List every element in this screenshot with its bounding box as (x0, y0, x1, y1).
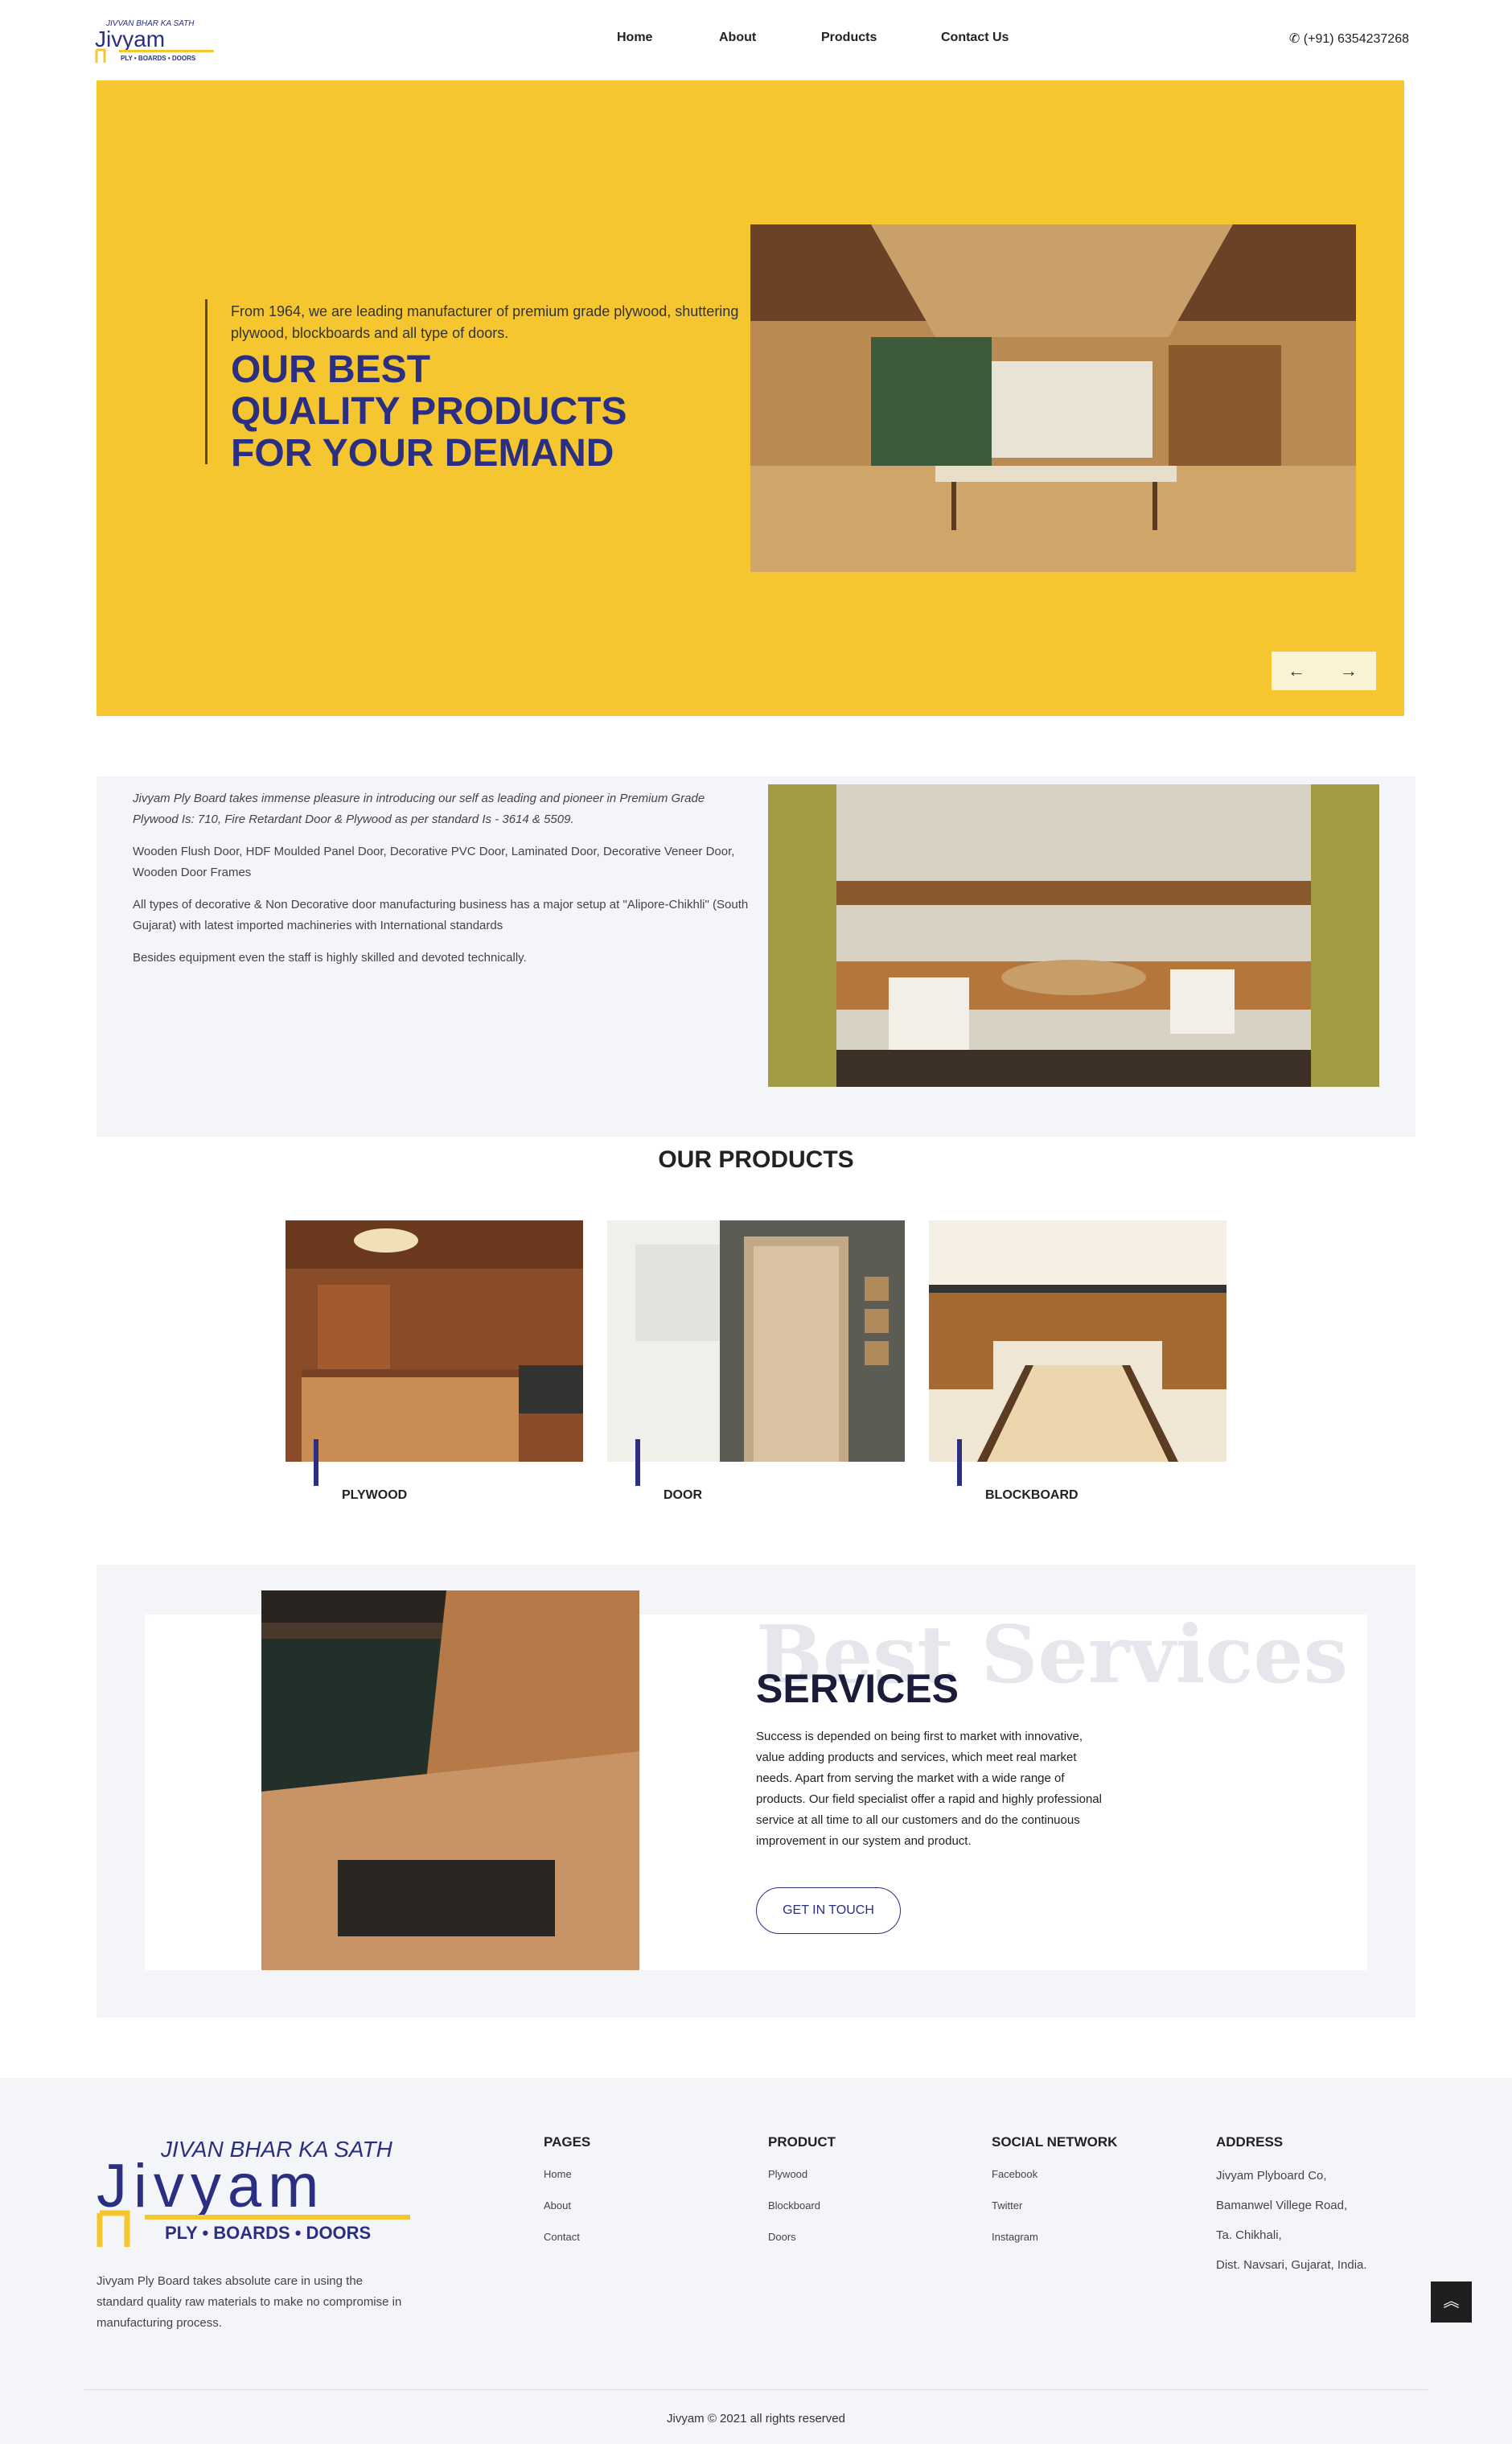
about-text: Jivyam Ply Board takes immense pleasure … (133, 788, 752, 980)
product-accent-bar (957, 1439, 962, 1486)
product-image (607, 1220, 905, 1462)
hero-image (750, 224, 1356, 572)
footer-link-home[interactable]: Home (544, 2168, 590, 2180)
product-image (929, 1220, 1226, 1462)
footer-logo-sub: PLY • BOARDS • DOORS (165, 2223, 371, 2243)
slider-controls: ← → (1272, 652, 1376, 690)
product-accent-bar (635, 1439, 640, 1486)
footer-link-contact[interactable]: Contact (544, 2231, 590, 2243)
footer-divider (84, 2389, 1428, 2390)
footer-logo[interactable]: JIVAN BHAR KA SATH Jivyam PLY • BOARDS •… (97, 2133, 418, 2253)
logo-name: Jivyam (95, 27, 165, 51)
hero-accent-line (205, 299, 207, 464)
site-footer: JIVAN BHAR KA SATH Jivyam PLY • BOARDS •… (0, 2078, 1512, 2444)
address-line: Dist. Navsari, Gujarat, India. (1216, 2258, 1367, 2272)
logo-sub: PLY • BOARDS • DOORS (121, 55, 196, 62)
product-card-plywood[interactable]: PLYWOOD (286, 1220, 583, 1510)
services-image (261, 1590, 639, 1970)
services-title: SERVICES (756, 1666, 959, 1711)
footer-link-twitter[interactable]: Twitter (992, 2199, 1117, 2212)
site-header: JIVVAN BHAR KA SATH Jivyam PLY • BOARDS … (0, 0, 1512, 80)
services-text: Success is depended on being first to ma… (756, 1730, 1102, 1848)
footer-description: Jivyam Ply Board takes absolute care in … (97, 2274, 402, 2330)
nav-about[interactable]: About (719, 31, 756, 45)
about-paragraph: Jivyam Ply Board takes immense pleasure … (133, 792, 705, 826)
address-line: Bamanwel Villege Road, (1216, 2199, 1348, 2212)
footer-link-doors[interactable]: Doors (768, 2231, 836, 2243)
phone-number: (+91) 6354237268 (1303, 32, 1409, 46)
header-phone[interactable]: ✆ (+91) 6354237268 (1289, 31, 1409, 47)
hero-title: OUR BEST QUALITY PRODUCTS FOR YOUR DEMAN… (231, 349, 649, 475)
get-in-touch-button[interactable]: GET IN TOUCH (756, 1887, 901, 1934)
products-title: OUR PRODUCTS (658, 1146, 854, 1173)
footer-logo-name: Jivyam (97, 2152, 325, 2220)
footer-heading: PRODUCT (768, 2134, 836, 2150)
product-card-blockboard[interactable]: BLOCKBOARD (929, 1220, 1226, 1510)
address-line: Jivyam Plyboard Co, (1216, 2169, 1327, 2183)
logo[interactable]: JIVVAN BHAR KA SATH Jivyam PLY • BOARDS … (95, 16, 216, 64)
footer-link-instagram[interactable]: Instagram (992, 2231, 1117, 2243)
about-section: Jivyam Ply Board takes immense pleasure … (97, 776, 1415, 1137)
phone-icon: ✆ (1288, 32, 1300, 46)
nav-home[interactable]: Home (617, 31, 652, 45)
hero-title-line: OUR BEST (231, 348, 431, 391)
address-line: Ta. Chikhali, (1216, 2228, 1282, 2242)
hero-title-line: FOR YOUR DEMAND (231, 432, 614, 475)
footer-product: PRODUCT Plywood Blockboard Doors (768, 2134, 836, 2262)
footer-heading: ADDRESS (1216, 2134, 1284, 2150)
product-image (286, 1220, 583, 1462)
footer-link-blockboard[interactable]: Blockboard (768, 2199, 836, 2212)
footer-pages: PAGES Home About Contact (544, 2134, 590, 2262)
prev-arrow-icon[interactable]: ← (1288, 660, 1305, 681)
footer-link-facebook[interactable]: Facebook (992, 2168, 1117, 2180)
footer-link-plywood[interactable]: Plywood (768, 2168, 836, 2180)
hero-slider: From 1964, we are leading manufacturer o… (97, 80, 1404, 716)
about-paragraph: Besides equipment even the staff is high… (133, 951, 527, 965)
nav-contact[interactable]: Contact Us (941, 31, 1009, 45)
footer-heading: PAGES (544, 2134, 591, 2150)
back-to-top-button[interactable]: ︽ (1431, 2281, 1472, 2323)
product-label: BLOCKBOARD (985, 1488, 1079, 1502)
about-paragraph: All types of decorative & Non Decorative… (133, 898, 749, 932)
hero-title-line: QUALITY PRODUCTS (231, 390, 627, 433)
footer-link-about[interactable]: About (544, 2199, 590, 2212)
nav-products[interactable]: Products (821, 31, 877, 45)
about-image (768, 784, 1379, 1087)
footer-address: ADDRESS Jivyam Plyboard Co, Bamanwel Vil… (1216, 2134, 1367, 2287)
copyright: Jivyam © 2021 all rights reserved (667, 2412, 845, 2425)
product-label: DOOR (664, 1488, 702, 1502)
next-arrow-icon[interactable]: → (1340, 660, 1358, 681)
footer-social: SOCIAL NETWORK Facebook Twitter Instagra… (992, 2134, 1117, 2262)
hero-subtitle: From 1964, we are leading manufacturer o… (231, 303, 739, 341)
double-chevron-up-icon: ︽ (1443, 2293, 1460, 2310)
product-label: PLYWOOD (342, 1488, 408, 1502)
product-accent-bar (314, 1439, 318, 1486)
footer-heading: SOCIAL NETWORK (992, 2134, 1118, 2150)
product-card-door[interactable]: DOOR (607, 1220, 905, 1510)
about-paragraph: Wooden Flush Door, HDF Moulded Panel Doo… (133, 845, 735, 879)
